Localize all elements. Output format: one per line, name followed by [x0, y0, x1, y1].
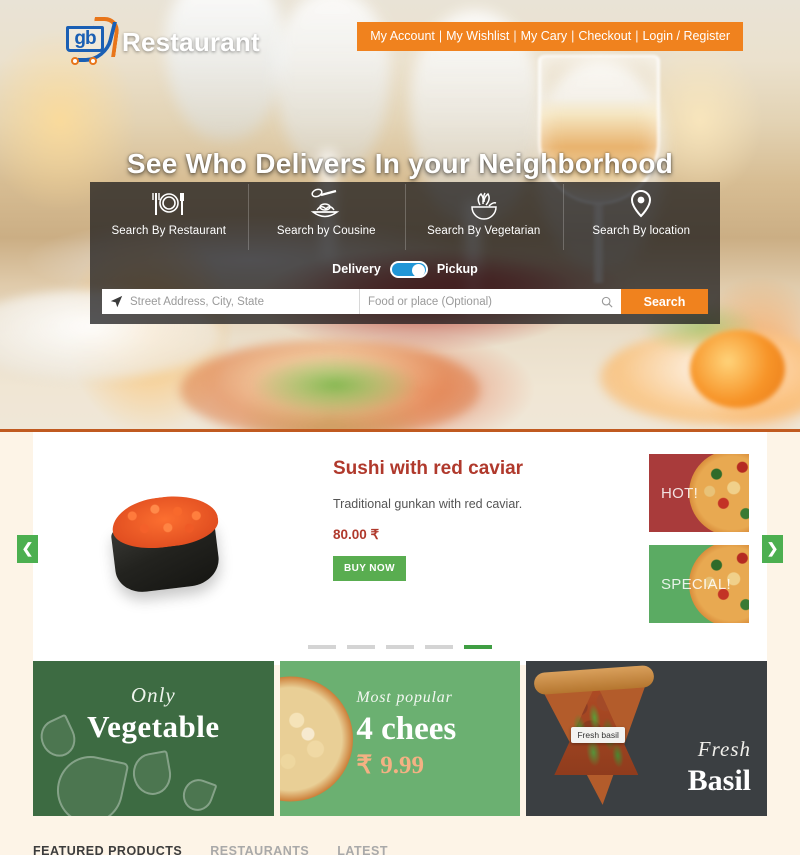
side-promo-list: HOT! SPECIAL! — [649, 446, 767, 631]
chevron-left-icon: ❮ — [21, 540, 34, 556]
promo-label: HOT! — [661, 484, 699, 502]
carousel-dot[interactable] — [386, 645, 414, 649]
nav-separator: | — [438, 29, 443, 43]
promo-banner-row: Only Vegetable Most popular 4 chees ₹9.9… — [0, 661, 800, 838]
banner-main-text: Basil — [687, 764, 752, 797]
shopping-cart-icon: gb — [62, 17, 121, 66]
garnish-decor — [250, 355, 420, 415]
nav-login-register[interactable]: Login / Register — [642, 29, 730, 43]
featured-carousel: Sushi with red caviar Traditional gunkan… — [33, 446, 767, 631]
search-address-input[interactable] — [130, 295, 351, 308]
carousel-next-button[interactable]: ❯ — [762, 534, 783, 563]
price-value: 9.99 — [380, 752, 424, 779]
search-button[interactable]: Search — [621, 289, 708, 314]
navigation-arrow-icon — [110, 295, 123, 308]
currency-symbol: ₹ — [356, 752, 373, 779]
plate-cutlery-icon — [149, 187, 189, 221]
tab-restaurants[interactable]: RESTAURANTS — [210, 844, 309, 855]
banner-script-text: Fresh — [697, 737, 752, 761]
basil-tooltip: Fresh basil — [571, 727, 625, 743]
banner-4-chees[interactable]: Most popular 4 chees ₹9.99 — [279, 661, 521, 816]
delivery-pickup-toggle[interactable]: Delivery Pickup — [90, 254, 720, 284]
tab-search-by-location[interactable]: Search By location — [562, 182, 721, 254]
search-food-input[interactable] — [368, 295, 595, 308]
tab-label: Search by Cousine — [276, 225, 376, 237]
food-field-wrap[interactable] — [360, 289, 621, 314]
brand-name: Restaurant — [122, 26, 260, 57]
product-price: 80.00 ₹ — [333, 527, 380, 542]
main-content: ❮ ❯ Sushi with red caviar Traditional gu… — [0, 432, 800, 855]
nav-separator: | — [571, 29, 575, 43]
address-field-wrap[interactable] — [102, 289, 360, 314]
search-mode-tabs[interactable]: Search By Restaurant Search by Cousine S… — [90, 182, 720, 254]
carousel-prev-button[interactable]: ❮ — [17, 534, 38, 563]
pizza-icon — [279, 676, 353, 801]
toggle-label-pickup: Pickup — [436, 262, 478, 276]
tab-latest[interactable]: LATEST — [337, 844, 388, 855]
salad-bowl-icon — [464, 187, 504, 221]
hero-section: gb Restaurant My Account | My Wishlist | My … — [0, 0, 800, 432]
delivery-pickup-switch[interactable] — [389, 260, 428, 278]
spoon-noodles-icon — [305, 187, 347, 221]
tab-label: Search By Vegetarian — [427, 225, 541, 237]
search-icon — [601, 296, 613, 308]
carousel-indicators[interactable] — [33, 631, 767, 665]
nav-separator: | — [513, 29, 517, 43]
banner-main-text: Vegetable — [87, 709, 220, 744]
carousel-dot-active[interactable] — [464, 645, 492, 649]
top-navigation[interactable]: My Account | My Wishlist | My Cary | Checkout |… — [357, 22, 743, 51]
nav-separator: | — [635, 29, 639, 43]
tab-featured-products[interactable]: FEATURED PRODUCTS — [33, 844, 182, 855]
carousel-dot[interactable] — [425, 645, 453, 649]
nav-my-cary[interactable]: My Cary — [521, 29, 568, 43]
product-image — [33, 446, 298, 631]
toggle-label-delivery: Delivery — [332, 262, 381, 276]
nav-checkout[interactable]: Checkout — [578, 29, 631, 43]
buy-now-button[interactable]: BUY NOW — [333, 556, 406, 581]
product-title: Sushi with red caviar — [333, 458, 524, 479]
sushi-gunkan-image — [96, 479, 236, 599]
hero-headline: See Who Delivers In your Neighborhood — [126, 148, 674, 179]
nav-my-wishlist[interactable]: My Wishlist — [446, 29, 509, 43]
tab-search-by-restaurant[interactable]: Search By Restaurant — [90, 182, 248, 254]
banner-script-text: Most popular — [356, 689, 453, 706]
chevron-right-icon: ❯ — [766, 540, 779, 556]
location-pin-icon — [626, 187, 656, 221]
tab-search-by-vegetarian[interactable]: Search By Vegetarian — [405, 182, 563, 254]
carousel-dot[interactable] — [347, 645, 375, 649]
banner-vegetable[interactable]: Only Vegetable — [33, 661, 274, 816]
banner-fresh-basil[interactable]: Fresh basil Fresh Basil — [526, 661, 768, 816]
product-section-tabs[interactable]: FEATURED PRODUCTS RESTAURANTS LATEST — [0, 838, 800, 855]
promo-special[interactable]: SPECIAL! — [649, 545, 749, 623]
promo-label: SPECIAL! — [661, 575, 731, 593]
site-logo[interactable]: gb Restaurant — [62, 17, 260, 66]
banner-price: ₹9.99 — [356, 750, 506, 780]
banner-main-text: 4 chees — [356, 711, 457, 747]
tab-search-by-cousine[interactable]: Search by Cousine — [247, 182, 406, 254]
tab-label: Search By Restaurant — [111, 225, 226, 237]
tab-label: Search By location — [592, 225, 691, 237]
product-description: Traditional gunkan with red caviar. — [333, 497, 523, 511]
logo-mark-text: gb — [74, 28, 96, 49]
banner-script-text: Only — [130, 683, 176, 707]
carousel-panel: ❮ ❯ Sushi with red caviar Traditional gu… — [17, 432, 783, 665]
search-bar[interactable]: Search — [102, 289, 708, 314]
nav-my-account[interactable]: My Account — [370, 29, 435, 43]
carousel-dot[interactable] — [308, 645, 336, 649]
hero-search-panel: Search By Restaurant Search by Cousine S… — [90, 182, 720, 324]
promo-hot[interactable]: HOT! — [649, 454, 749, 532]
product-details: Sushi with red caviar Traditional gunkan… — [298, 446, 649, 631]
orange-slice-decor — [690, 330, 785, 408]
